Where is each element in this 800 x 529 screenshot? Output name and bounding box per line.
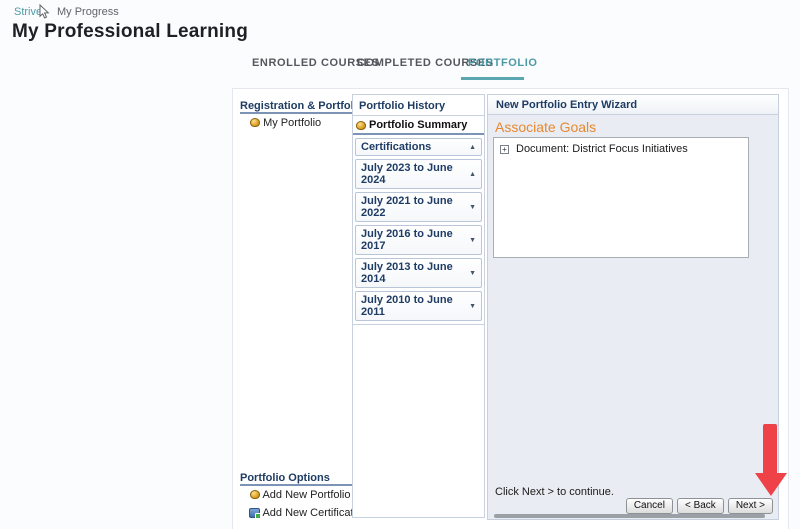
portfolio-summary-item[interactable]: Portfolio Summary: [353, 116, 484, 135]
back-button[interactable]: < Back: [677, 498, 724, 514]
plus-badge-icon: [255, 513, 261, 519]
page-title: My Professional Learning: [12, 21, 248, 43]
goals-tree-box: + Document: District Focus Initiatives: [493, 137, 749, 258]
registration-portfolio-header: Registration & Portfolio: [240, 100, 363, 112]
cancel-button[interactable]: Cancel: [626, 498, 673, 514]
portfolio-history-header: Portfolio History: [353, 95, 484, 116]
wizard-hint-text: Click Next > to continue.: [495, 486, 614, 498]
chevron-up-icon: ▲: [469, 144, 476, 151]
new-portfolio-entry-wizard: New Portfolio Entry Wizard Associate Goa…: [487, 94, 779, 520]
chevron-down-icon: ▼: [469, 237, 476, 244]
chevron-up-icon: ▲: [469, 171, 476, 178]
portfolio-summary-icon: [356, 121, 366, 130]
accordion-certifications[interactable]: Certifications ▲: [355, 138, 482, 156]
accordion-label: July 2023 to June 2024: [361, 162, 469, 186]
accordion-2023-2024[interactable]: July 2023 to June 2024 ▲: [355, 159, 482, 189]
tab-portfolio[interactable]: PORTFOLIO: [468, 57, 538, 69]
chevron-down-icon: ▼: [469, 204, 476, 211]
accordion-label: July 2016 to June 2017: [361, 228, 469, 252]
accordion-label: July 2013 to June 2014: [361, 261, 469, 285]
accordion-label: Certifications: [361, 141, 431, 153]
portfolio-icon: [250, 118, 260, 127]
breadcrumb-current: My Progress: [57, 6, 119, 18]
sidebar-item-my-portfolio[interactable]: My Portfolio: [250, 117, 321, 129]
accordion-2016-2017[interactable]: July 2016 to June 2017 ▼: [355, 225, 482, 255]
portfolio-options-header: Portfolio Options: [240, 472, 330, 484]
accordion-2013-2014[interactable]: July 2013 to June 2014 ▼: [355, 258, 482, 288]
portfolio-summary-label: Portfolio Summary: [369, 119, 467, 131]
chevron-down-icon: ▼: [469, 303, 476, 310]
tree-expand-icon[interactable]: +: [500, 145, 509, 154]
wizard-body: Associate Goals + Document: District Foc…: [488, 115, 778, 519]
mouse-cursor-icon: [37, 4, 52, 20]
certification-icon: [249, 508, 260, 518]
accordion-2010-2011[interactable]: July 2010 to June 2011 ▼: [355, 291, 482, 321]
active-tab-underline: [461, 77, 524, 80]
accordion-label: July 2010 to June 2011: [361, 294, 469, 318]
wizard-header: New Portfolio Entry Wizard: [488, 95, 778, 115]
accordion-label: July 2021 to June 2022: [361, 195, 469, 219]
divider: [240, 484, 352, 486]
next-button[interactable]: Next >: [728, 498, 773, 514]
history-empty-area: [353, 324, 484, 517]
divider: [240, 112, 352, 114]
chevron-down-icon: ▼: [469, 270, 476, 277]
my-portfolio-label: My Portfolio: [263, 117, 321, 129]
horizontal-scrollbar[interactable]: [494, 514, 765, 518]
accordion-2021-2022[interactable]: July 2021 to June 2022 ▼: [355, 192, 482, 222]
sidebar-item-add-certification[interactable]: Add New Certification: [249, 507, 368, 519]
tree-item-label: Document: District Focus Initiatives: [516, 143, 688, 155]
red-annotation-arrow: [753, 422, 789, 498]
associate-goals-title: Associate Goals: [495, 119, 596, 135]
tree-item-district-focus-initiatives[interactable]: + Document: District Focus Initiatives: [494, 138, 748, 155]
wizard-button-row: Cancel < Back Next >: [626, 498, 773, 514]
portfolio-entry-icon: [250, 490, 260, 499]
portfolio-history-panel: Portfolio History Portfolio Summary Cert…: [352, 94, 485, 518]
